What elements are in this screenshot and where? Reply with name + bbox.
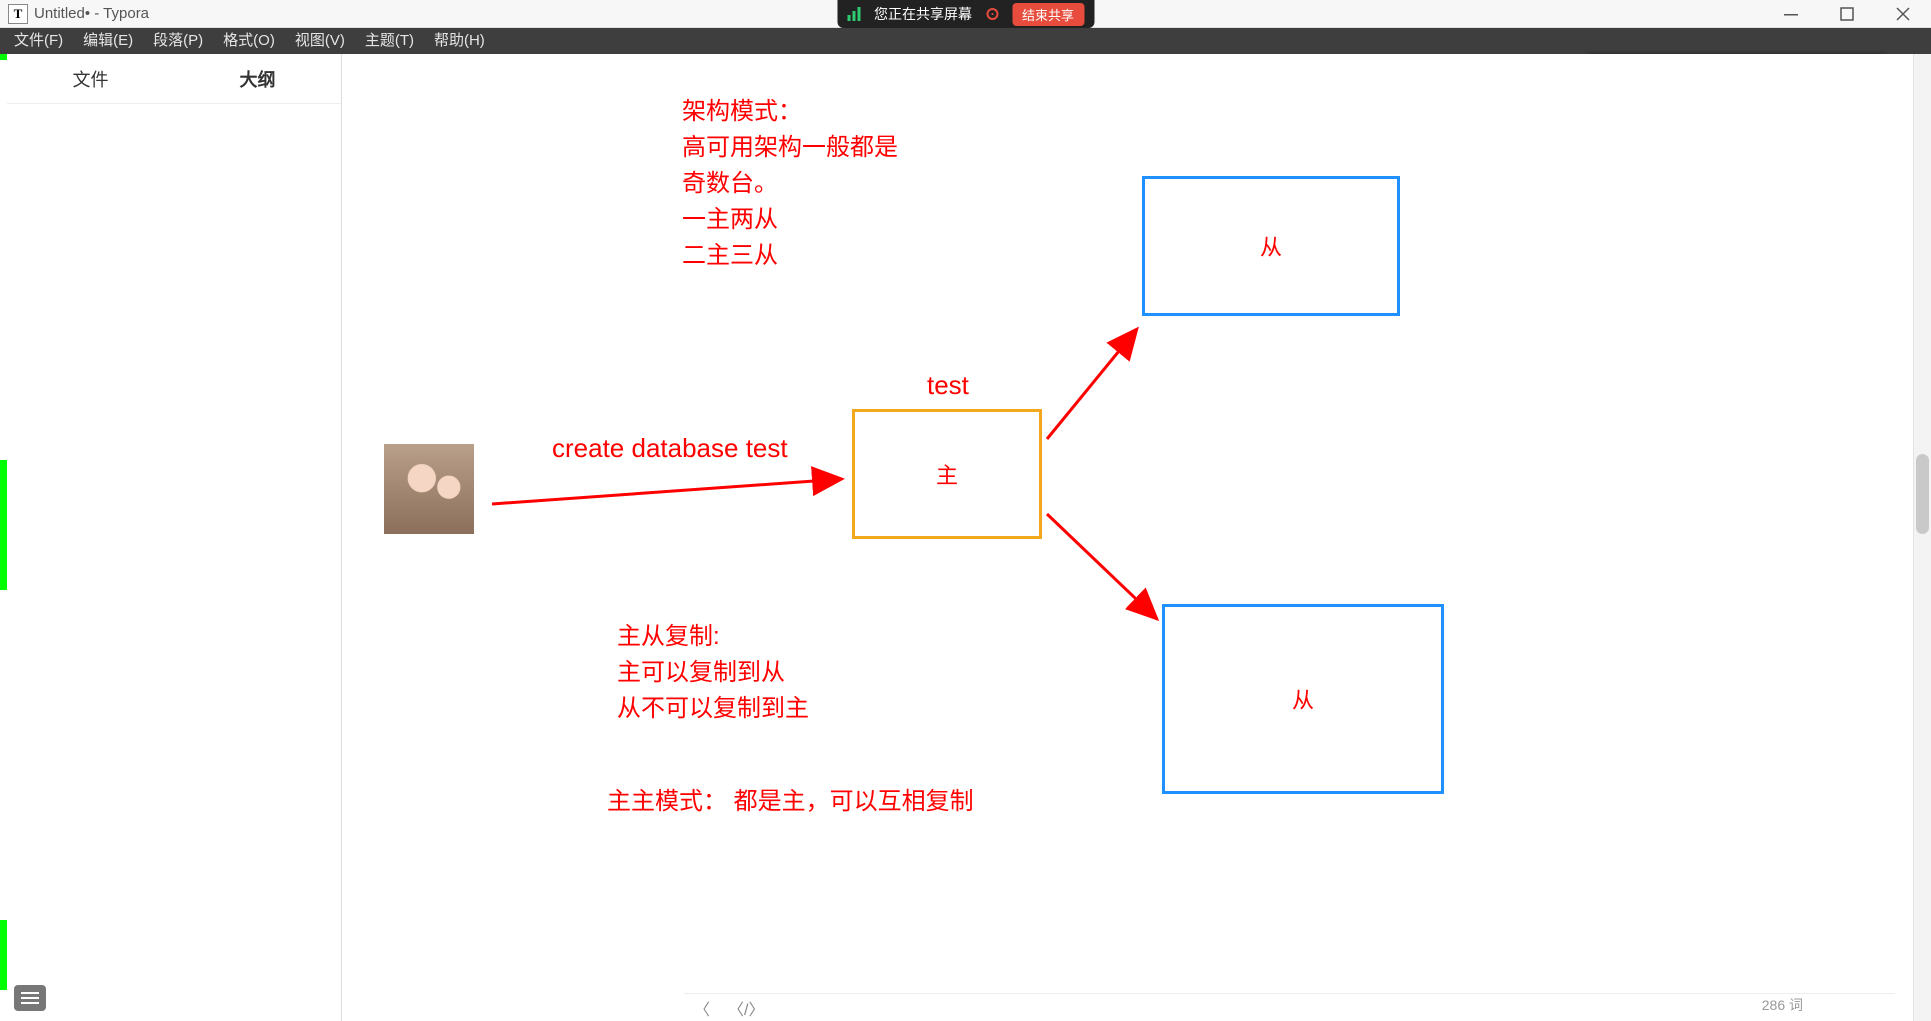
vertical-scrollbar[interactable] — [1913, 54, 1931, 1021]
title-bar: T Untitled• - Typora 您正在共享屏幕 结束共享 — [0, 0, 1931, 28]
signal-icon — [847, 7, 860, 21]
sidebar-tabs: 文件 大纲 — [7, 54, 341, 104]
screen-share-pill[interactable]: 您正在共享屏幕 结束共享 — [837, 0, 1094, 28]
text-replication: 主从复制: 主可以复制到从 从不可以复制到主 — [617, 619, 809, 727]
menu-theme[interactable]: 主题(T) — [355, 28, 424, 54]
menu-help[interactable]: 帮助(H) — [424, 28, 495, 54]
diagram-canvas: 架构模式： 高可用架构一般都是 奇数台。 一主两从 二主三从 create da… — [342, 54, 1913, 1021]
back-icon[interactable]: 〈 — [694, 996, 710, 1020]
scrollbar-thumb[interactable] — [1916, 454, 1929, 534]
app-icon: T — [8, 4, 28, 24]
share-status-text: 您正在共享屏幕 — [874, 4, 972, 24]
window-title: Untitled• - Typora — [34, 5, 149, 22]
code-mode-icon[interactable]: 〈/〉 — [728, 996, 764, 1020]
minimize-button[interactable] — [1763, 0, 1819, 28]
sidebar: 文件 大纲 — [7, 54, 342, 1021]
edge-accent — [0, 920, 7, 990]
close-button[interactable] — [1875, 0, 1931, 28]
text-master-master: 主主模式： 都是主，可以互相复制 — [607, 784, 974, 820]
end-share-button[interactable]: 结束共享 — [1012, 3, 1084, 26]
editor-area[interactable]: 架构模式： 高可用架构一般都是 奇数台。 一主两从 二主三从 create da… — [342, 54, 1913, 1021]
arrows-svg — [342, 54, 1913, 1021]
sidebar-tab-files[interactable]: 文件 — [7, 54, 174, 103]
menu-format[interactable]: 格式(O) — [213, 28, 285, 54]
menu-file[interactable]: 文件(F) — [4, 28, 73, 54]
sidebar-toggle-button[interactable] — [14, 985, 46, 1011]
menu-view[interactable]: 视图(V) — [285, 28, 355, 54]
menu-bar: 文件(F) 编辑(E) 段落(P) 格式(O) 视图(V) 主题(T) 帮助(H… — [0, 28, 1931, 54]
record-icon — [986, 8, 998, 20]
menu-edit[interactable]: 编辑(E) — [73, 28, 143, 54]
menu-para[interactable]: 段落(P) — [143, 28, 213, 54]
word-count: 286 词 — [1762, 995, 1803, 1015]
window-controls — [1763, 0, 1931, 28]
edge-accent — [0, 460, 7, 590]
status-bar: 〈 〈/〉 — [684, 993, 1895, 1021]
sidebar-tab-outline[interactable]: 大纲 — [174, 54, 341, 103]
maximize-button[interactable] — [1819, 0, 1875, 28]
